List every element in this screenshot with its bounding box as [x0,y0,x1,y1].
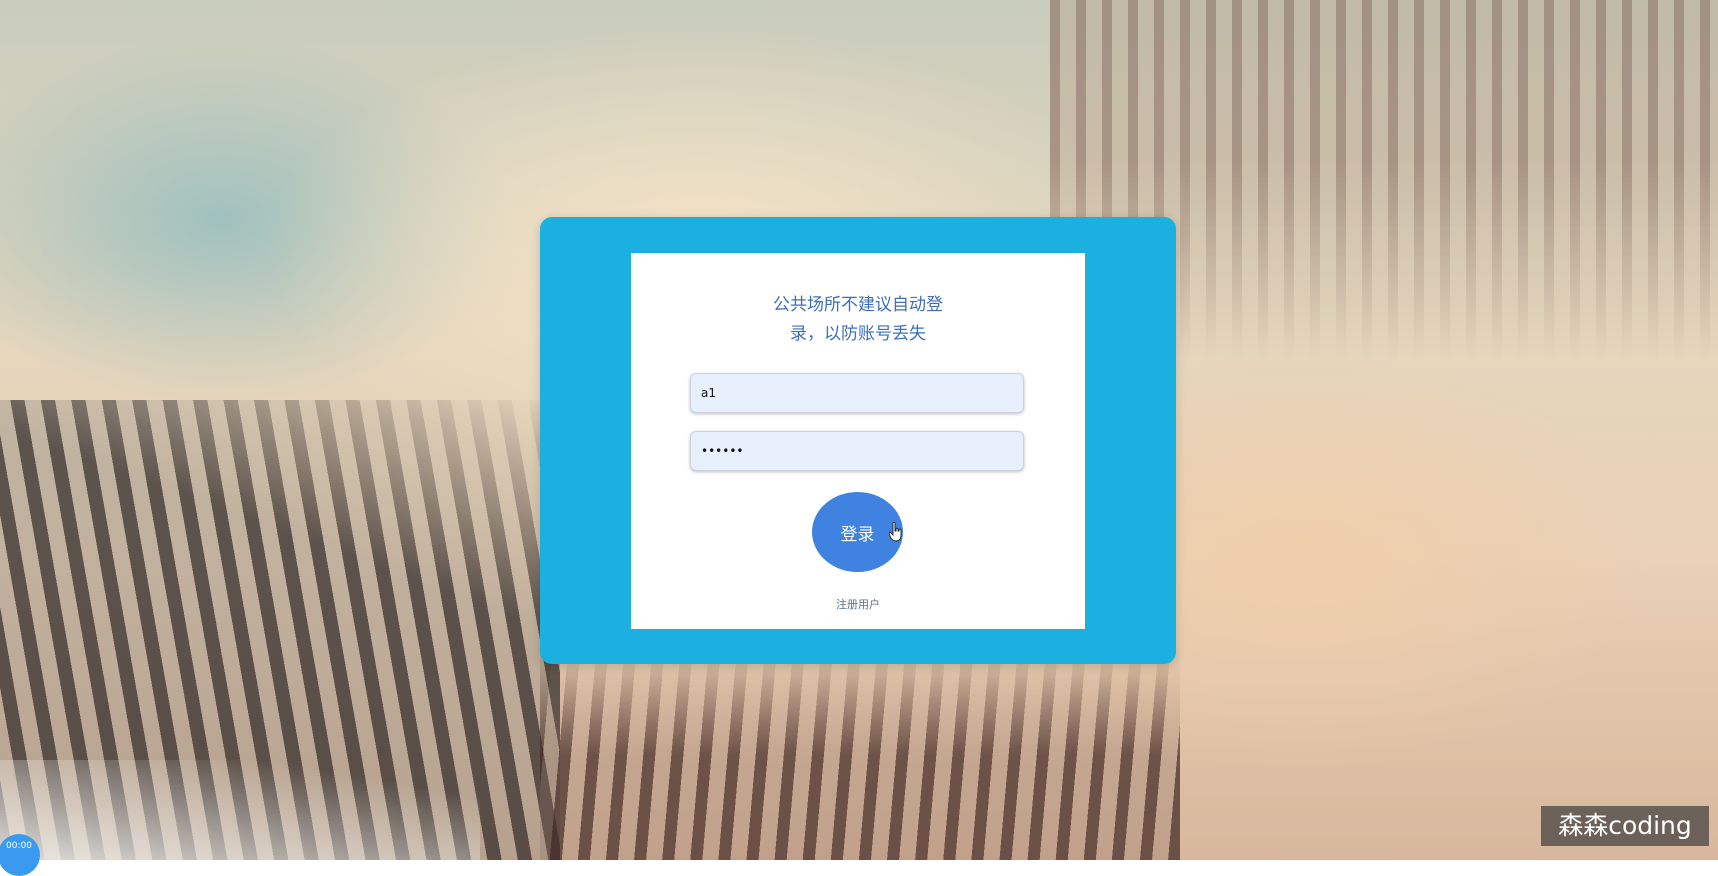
login-button[interactable]: 登录 [812,492,903,572]
security-notice: 公共场所不建议自动登 录，以防账号丢失 [758,291,958,349]
watermark: 森森coding [1541,806,1709,846]
login-panel: 公共场所不建议自动登 录，以防账号丢失 登录 注册用户 [540,217,1176,664]
notice-line-2: 录，以防账号丢失 [790,324,926,344]
notice-line-1: 公共场所不建议自动登 [773,295,943,315]
forest-bottom-decoration [540,650,1180,860]
snow-decoration [0,760,480,860]
username-input[interactable] [690,373,1024,413]
recording-timer-badge[interactable]: 00:00 [0,834,40,876]
login-form: 公共场所不建议自动登 录，以防账号丢失 登录 注册用户 [631,253,1085,629]
password-input[interactable] [690,431,1024,471]
register-link[interactable]: 注册用户 [808,596,908,612]
